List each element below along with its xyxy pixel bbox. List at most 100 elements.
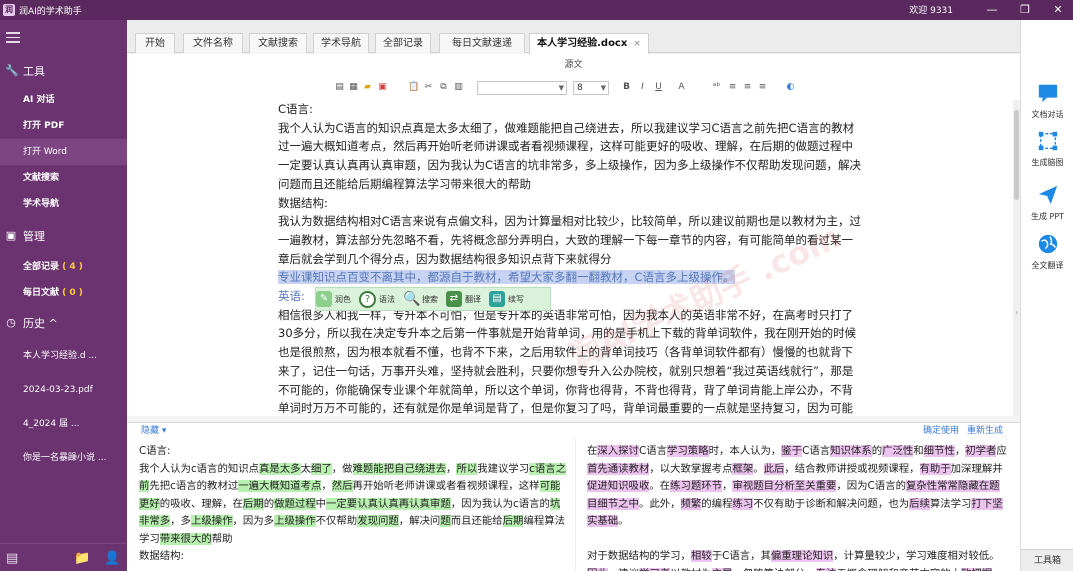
history-item[interactable]: 4_2024 届 ... bbox=[0, 411, 127, 437]
scrollbar-thumb[interactable] bbox=[1014, 110, 1019, 200]
grammar-label: 语法 bbox=[379, 294, 395, 304]
italic-icon[interactable]: I bbox=[637, 82, 648, 93]
minimize-icon[interactable]: — bbox=[977, 0, 1007, 20]
sidebar-item-literature-search[interactable]: 文献搜索 bbox=[0, 165, 127, 191]
underline-icon[interactable]: U bbox=[653, 82, 664, 93]
translate-icon: ⇄ bbox=[446, 291, 462, 307]
selection-action-popup: ✎ 润色 ? 语法 🔍 搜索 ⇄ 翻译 ▤ 续写 bbox=[315, 287, 551, 311]
history-item[interactable]: 2024-03-23.pdf bbox=[0, 377, 127, 403]
section-manage[interactable]: ▣ 管理 bbox=[0, 224, 127, 248]
close-icon[interactable]: ✕ bbox=[1043, 0, 1073, 20]
section-tools[interactable]: 🔧 工具 bbox=[0, 59, 127, 83]
compare-panel: C语言: 我个人认为c语言的知识点真是太多太细了，做难题能把自己绕进去，所以我建议… bbox=[127, 439, 1020, 571]
grammar-button[interactable]: ? 语法 bbox=[359, 288, 395, 310]
align-center-icon[interactable]: ≡ bbox=[742, 82, 753, 93]
tab-academic-nav[interactable]: 学术导航 bbox=[313, 33, 369, 53]
generate-ppt-button[interactable]: 生成 PPT bbox=[1021, 184, 1073, 234]
history-item[interactable]: 本人学习经验.d ... bbox=[0, 343, 127, 369]
user-icon[interactable]: 👤 bbox=[104, 551, 120, 566]
copy-icon[interactable]: ⧉ bbox=[438, 82, 449, 93]
continue-icon: ▤ bbox=[489, 291, 505, 307]
compare-panel-header: 隐藏 ▾ 确定使用 重新生成 bbox=[127, 422, 1020, 439]
sidebar-item-ai-chat[interactable]: AI 对话 bbox=[0, 87, 127, 113]
paste-special-icon[interactable]: ▥ bbox=[453, 82, 464, 93]
daily-literature-count: ( 0 ) bbox=[62, 288, 83, 298]
mindmap-label: 生成脑图 bbox=[1031, 158, 1064, 167]
cut-icon[interactable]: ✂ bbox=[423, 82, 434, 93]
regenerate-button[interactable]: 重新生成 bbox=[967, 423, 1003, 440]
right-tool-panel: › 文档对话 生成脑图 生成 PPT 全文翻译 工具箱 bbox=[1015, 20, 1073, 571]
toolbox-button[interactable]: 工具箱 bbox=[1021, 549, 1073, 571]
align-left-icon[interactable]: ≡ bbox=[727, 82, 738, 93]
sidebar-item-daily-literature[interactable]: 每日文献 ( 0 ) bbox=[0, 280, 127, 306]
menu-icon[interactable] bbox=[6, 32, 20, 43]
tab-start[interactable]: 开始 bbox=[135, 33, 175, 53]
tab-all-records[interactable]: 全部记录 bbox=[375, 33, 431, 53]
sidebar-item-academic-nav[interactable]: 学术导航 bbox=[0, 191, 127, 217]
tab-literature-search[interactable]: 文献搜索 bbox=[249, 33, 307, 53]
hide-button[interactable]: 隐藏 ▾ bbox=[141, 423, 166, 440]
welcome-text: 欢迎 9331 bbox=[909, 6, 953, 16]
translate-button[interactable]: ⇄ 翻译 bbox=[446, 288, 481, 310]
sidebar-item-all-records[interactable]: 全部记录 ( 4 ) bbox=[0, 254, 127, 280]
sidebar-item-open-word[interactable]: 打开 Word bbox=[0, 139, 127, 165]
full-translate-button[interactable]: 全文翻译 bbox=[1021, 233, 1073, 283]
chevron-down-icon: ▼ bbox=[600, 84, 606, 92]
tab-document[interactable]: 本人学习经验.docx × bbox=[529, 33, 649, 54]
document-editor[interactable]: C语言: 我个人认为C语言的知识点真是太多太细了，做难题能把自己绕进去，所以我建… bbox=[127, 100, 1013, 416]
align-right-icon[interactable]: ≡ bbox=[757, 82, 768, 93]
paste-icon[interactable]: 📋 bbox=[408, 82, 419, 93]
app-logo-icon: 润 bbox=[3, 4, 15, 16]
manage-icon: ▣ bbox=[5, 229, 17, 242]
search-icon: 🔍 bbox=[403, 291, 421, 307]
font-color-icon[interactable]: A bbox=[676, 82, 687, 93]
search-button[interactable]: 🔍 搜索 bbox=[403, 288, 438, 310]
mindmap-button[interactable]: 生成脑图 bbox=[1021, 130, 1073, 180]
polish-button[interactable]: ✎ 润色 bbox=[316, 288, 351, 310]
preview-icon[interactable]: ▦ bbox=[348, 82, 359, 93]
paragraph: 相信很多人和我一样，专升本不可怕，但是专升本的英语非常可怕，因为我本人的英语非常… bbox=[278, 307, 857, 416]
continue-button[interactable]: ▤ 续写 bbox=[489, 288, 524, 310]
sidebar-item-open-pdf[interactable]: 打开 PDF bbox=[0, 113, 127, 139]
print-icon[interactable]: ▤ bbox=[334, 82, 345, 93]
tab-document-label: 本人学习经验.docx bbox=[537, 38, 628, 49]
spellcheck-icon[interactable]: ᵃᵇ bbox=[711, 82, 722, 93]
open-icon[interactable]: ▰ bbox=[362, 82, 373, 93]
save-icon[interactable]: ▣ bbox=[377, 82, 388, 93]
font-family-select[interactable]: ▼ bbox=[477, 81, 567, 95]
app-title: 润AI的学术助手 bbox=[19, 6, 82, 17]
polish-icon: ✎ bbox=[316, 291, 332, 307]
bold-icon[interactable]: B bbox=[621, 82, 632, 93]
source-label: 源文 bbox=[127, 54, 1020, 76]
maximize-icon[interactable]: ❐ bbox=[1010, 0, 1040, 20]
section-history[interactable]: ◷ 历史 ^ bbox=[0, 311, 127, 335]
tab-daily-literature[interactable]: 每日文献速递 bbox=[439, 33, 525, 53]
doc-chat-label: 文档对话 bbox=[1031, 110, 1064, 119]
original-text-column[interactable]: C语言: 我个人认为c语言的知识点真是太多太细了，做难题能把自己绕进去，所以我建议… bbox=[139, 443, 567, 566]
daily-literature-label: 每日文献 bbox=[23, 288, 60, 298]
folder-icon[interactable]: 📁 bbox=[74, 551, 90, 566]
format-toolbar: ▤ ▦ ▰ ▣ 📋 ✂ ⧉ ▥ ▼ 8 ▼ B I U A ᵃᵇ ≡ ≡ ≡ ◐ bbox=[127, 76, 1020, 100]
send-icon bbox=[1038, 185, 1057, 205]
tab-close-icon[interactable]: × bbox=[633, 39, 641, 49]
paragraph: 我个人认为C语言的知识点真是太多太细了，做难题能把自己绕进去，所以我建议学习C语… bbox=[278, 120, 862, 191]
translate-label: 翻译 bbox=[465, 294, 481, 304]
tab-file-name[interactable]: 文件名称 bbox=[183, 33, 243, 53]
sidebar: 🔧 工具 AI 对话 打开 PDF 打开 Word 文献搜索 学术导航 ▣ 管理… bbox=[0, 20, 127, 571]
doc-chat-button[interactable]: 文档对话 bbox=[1021, 82, 1073, 132]
chevron-left-icon[interactable]: › bbox=[1015, 308, 1018, 317]
confirm-use-button[interactable]: 确定使用 bbox=[923, 423, 959, 440]
style-icon[interactable]: ◐ bbox=[785, 82, 796, 93]
font-size-select[interactable]: 8 ▼ bbox=[573, 81, 609, 95]
history-item[interactable]: 你是一名暴躁小说 ... bbox=[0, 445, 127, 471]
rewritten-text-column[interactable]: 在深入探讨C语言学习策略时，本人认为，鉴于C语言知识体系的广泛性和细节性，初学者… bbox=[587, 443, 1009, 571]
selected-text[interactable]: 专业课知识点百变不离其中，都源自于教材，希望大家多翻一翻教材，C语言多上级操作。 bbox=[278, 270, 735, 285]
clock-icon: ◷ bbox=[6, 316, 16, 329]
section-history-label: 历史 ^ bbox=[23, 317, 58, 330]
title-bar: 润 润AI的学术助手 欢迎 9331 — ❐ ✕ bbox=[0, 0, 1073, 20]
section-tools-label: 工具 bbox=[23, 65, 45, 78]
section-manage-label: 管理 bbox=[23, 230, 45, 243]
layout-icon[interactable]: ▤ bbox=[6, 551, 18, 566]
polish-label: 润色 bbox=[335, 294, 351, 304]
editor-scrollbar[interactable] bbox=[1013, 100, 1020, 416]
